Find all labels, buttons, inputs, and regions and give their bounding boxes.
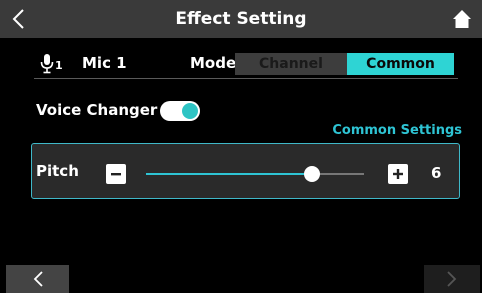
microphone-icon <box>40 54 54 74</box>
pitch-panel: Pitch 6 <box>31 143 460 199</box>
chevron-left-icon <box>12 9 24 29</box>
mic-name: Mic 1 <box>82 54 127 72</box>
section-title: Common Settings <box>332 123 462 138</box>
minus-icon <box>111 173 121 176</box>
pitch-decrease-button[interactable] <box>106 164 126 184</box>
page-title: Effect Setting <box>175 9 307 29</box>
title-bar: Effect Setting <box>0 0 482 38</box>
prev-page-button[interactable] <box>6 265 69 293</box>
chevron-left-icon <box>33 271 43 287</box>
mode-label: Mode <box>190 54 237 72</box>
pitch-label: Pitch <box>36 162 79 180</box>
toggle-knob <box>182 103 198 119</box>
home-button[interactable] <box>442 0 482 38</box>
plus-icon <box>393 169 403 179</box>
mode-channel-button[interactable]: Channel <box>235 53 347 75</box>
mic-number: 1 <box>55 59 63 72</box>
slider-thumb[interactable] <box>303 166 320 182</box>
pitch-slider[interactable] <box>146 164 364 184</box>
mic-row: 1 Mic 1 Mode Channel Common <box>34 50 458 79</box>
back-button[interactable] <box>0 0 36 38</box>
pitch-value: 6 <box>431 164 442 182</box>
home-icon <box>453 10 471 28</box>
voice-changer-label: Voice Changer <box>36 101 158 119</box>
voice-changer-toggle[interactable] <box>160 101 200 121</box>
chevron-right-icon <box>447 271 457 287</box>
slider-fill <box>146 173 312 175</box>
next-page-button[interactable] <box>424 265 480 293</box>
mode-common-button[interactable]: Common <box>347 53 454 75</box>
pitch-increase-button[interactable] <box>388 164 408 184</box>
